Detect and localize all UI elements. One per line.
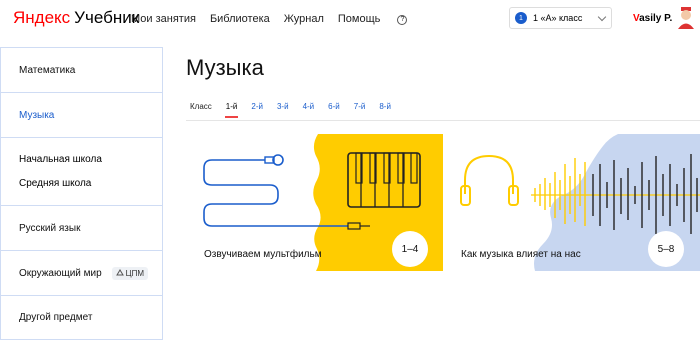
logo-product: Учебник xyxy=(74,8,140,27)
nav-journal[interactable]: Журнал xyxy=(284,13,324,25)
tab-grade-1[interactable]: 1-й xyxy=(224,102,238,118)
cpm-tag-label: ЦПМ xyxy=(125,268,145,278)
logo[interactable]: Яндекс Учебник xyxy=(13,8,139,28)
page-title: Музыка xyxy=(186,55,264,80)
course-card-music-effect[interactable]: Как музыка влияет на нас 5–8 xyxy=(443,134,700,271)
tab-grade-8[interactable]: 8-й xyxy=(379,102,391,111)
grade-tabs-label: Класс xyxy=(190,102,212,111)
avatar[interactable] xyxy=(676,7,696,29)
grade-tabs: Класс 1-й 2-й 3-й 4-й 6-й 7-й 8-й xyxy=(190,102,405,118)
header: Яндекс Учебник Мои занятия Библиотека Жур… xyxy=(0,0,700,40)
tab-grade-6[interactable]: 6-й xyxy=(328,102,340,111)
sidebar-item-label: Другой предмет xyxy=(19,312,93,323)
class-select-value: 1 «А» класс xyxy=(533,13,583,23)
help-icon: ? xyxy=(397,15,408,25)
nav-help-label: Помощь xyxy=(337,13,381,25)
cpm-icon xyxy=(115,269,124,276)
sidebar-item-label: Окружающий мир xyxy=(19,267,102,279)
sidebar-item-music[interactable]: Музыка xyxy=(0,93,163,138)
sidebar-item-world[interactable]: Окружающий мир ЦПМ xyxy=(0,251,163,296)
nav-help[interactable]: Помощь? xyxy=(338,13,422,25)
top-nav: Мои занятия Библиотека Журнал Помощь? xyxy=(131,13,435,25)
sidebar-subitem-secondary[interactable]: Средняя школа xyxy=(19,178,162,189)
card-title: Как музыка влияет на нас xyxy=(461,249,581,260)
tabs-divider xyxy=(186,120,700,121)
user-name-rest: asily P. xyxy=(639,13,673,24)
sidebar-item-label: Математика xyxy=(19,64,76,76)
class-number-badge: 1 xyxy=(515,12,527,24)
course-card-cartoon[interactable]: Озвучиваем мультфильм 1–4 xyxy=(186,134,443,271)
sidebar-item-russian[interactable]: Русский язык xyxy=(0,206,163,251)
class-select[interactable]: 1 1 «А» класс xyxy=(509,7,612,29)
tab-grade-7[interactable]: 7-й xyxy=(354,102,366,111)
nav-library[interactable]: Библиотека xyxy=(210,13,270,25)
nav-my-lessons[interactable]: Мои занятия xyxy=(131,13,196,25)
sidebar: Математика Музыка Начальная школа Средня… xyxy=(0,47,163,340)
user-name[interactable]: Vasily P. xyxy=(633,13,672,24)
sidebar-item-label: Русский язык xyxy=(19,222,81,234)
chevron-down-icon xyxy=(597,12,607,22)
sidebar-subitems: Начальная школа Средняя школа xyxy=(0,138,163,206)
sidebar-item-label: Музыка xyxy=(19,109,55,121)
sidebar-item-math[interactable]: Математика xyxy=(0,47,163,93)
logo-yandex: Яндекс xyxy=(13,8,71,27)
tab-grade-3[interactable]: 3-й xyxy=(277,102,289,111)
tab-grade-2[interactable]: 2-й xyxy=(251,102,263,111)
sidebar-item-other[interactable]: Другой предмет xyxy=(0,296,163,340)
cpm-tag: ЦПМ xyxy=(111,266,149,280)
card-title: Озвучиваем мультфильм xyxy=(204,249,322,260)
grade-range-badge: 5–8 xyxy=(648,231,684,267)
sidebar-subitem-primary[interactable]: Начальная школа xyxy=(19,154,162,165)
grade-range-badge: 1–4 xyxy=(392,231,428,267)
tab-grade-4[interactable]: 4-й xyxy=(303,102,315,111)
